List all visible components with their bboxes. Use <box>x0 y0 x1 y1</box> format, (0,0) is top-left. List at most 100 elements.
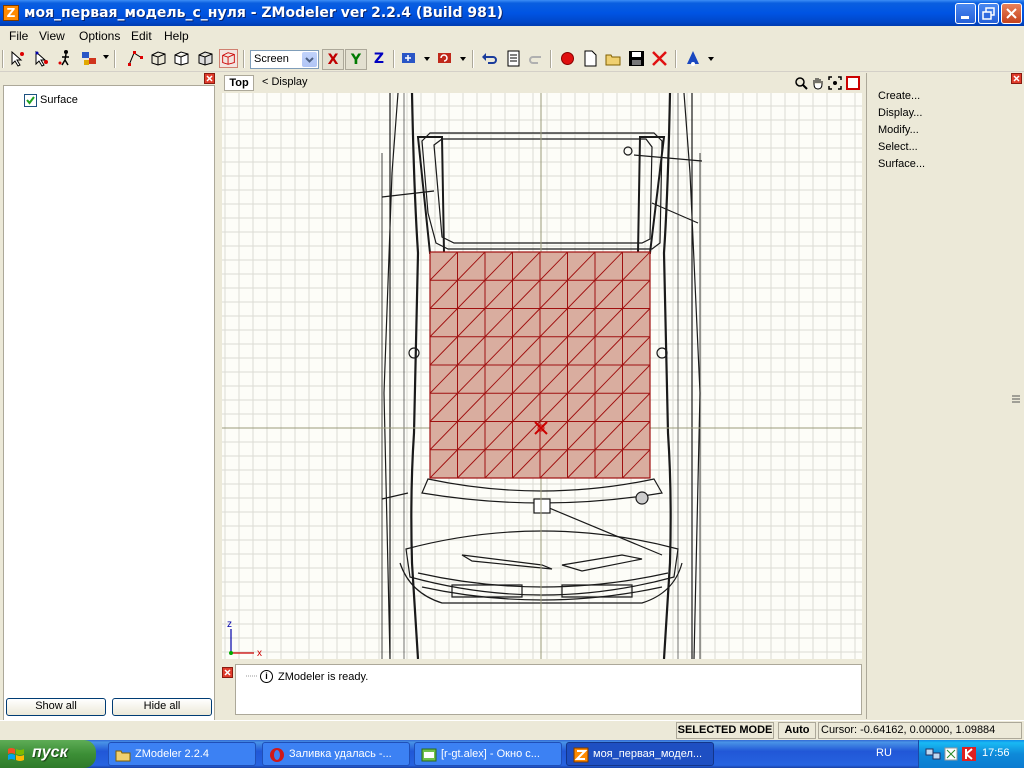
close-window-button[interactable] <box>1001 3 1022 24</box>
gizmo-z-label: z <box>227 619 232 630</box>
zoom-icon[interactable] <box>794 76 808 90</box>
face-mode-icon[interactable] <box>172 49 191 68</box>
close-icon <box>1006 8 1017 19</box>
toolbar-separator <box>114 50 116 68</box>
toolbar-separator <box>550 50 552 68</box>
vertex-mode-icon[interactable] <box>126 49 145 68</box>
antivirus-icon[interactable] <box>961 746 977 762</box>
coordinate-mode-value: Screen <box>254 53 289 65</box>
tree-item-surface[interactable]: Surface <box>40 94 78 106</box>
axis-z-toggle[interactable]: Z <box>368 49 390 70</box>
info-icon: i <box>260 670 273 683</box>
zmodeler-icon <box>573 747 589 763</box>
windows-logo-icon <box>8 748 24 761</box>
select-arrow-icon[interactable] <box>8 49 27 68</box>
viewport-canvas[interactable]: z x <box>222 93 862 659</box>
clock[interactable]: 17:56 <box>982 747 1010 759</box>
security-icon[interactable] <box>943 746 959 762</box>
menu-help[interactable]: Help <box>164 29 189 43</box>
history-icon[interactable] <box>504 49 523 68</box>
checkmark-icon <box>26 96 35 105</box>
save-icon[interactable] <box>627 49 646 68</box>
title-bar[interactable]: Z моя_первая_модель_с_нуля - ZModeler ve… <box>0 0 1024 26</box>
restore-button[interactable] <box>978 3 999 24</box>
start-label: пуск <box>32 744 68 761</box>
surface-visibility-checkbox[interactable] <box>24 94 37 107</box>
render-dropdown-arrow[interactable] <box>708 57 714 61</box>
record-icon[interactable] <box>558 49 577 68</box>
object-mode-icon[interactable] <box>196 49 215 68</box>
start-button[interactable]: пуск <box>0 740 96 768</box>
pan-hand-icon[interactable] <box>811 76 825 90</box>
command-modify[interactable]: Modify... <box>878 124 919 136</box>
menu-edit[interactable]: Edit <box>131 29 152 43</box>
toolbar-separator <box>393 50 395 68</box>
taskbar-item-zmodeler[interactable]: моя_первая_модел... <box>566 742 714 766</box>
surface-mode-icon[interactable] <box>219 49 238 68</box>
move-dropdown-arrow[interactable] <box>424 57 430 61</box>
zoom-extents-icon[interactable] <box>828 76 842 90</box>
axis-y-toggle[interactable]: Y <box>345 49 367 70</box>
edge-mode-icon[interactable] <box>149 49 168 68</box>
menu-bar: File View Options Edit Help <box>0 26 1024 46</box>
folder-icon <box>115 750 131 762</box>
selected-surface-mesh[interactable] <box>429 251 651 479</box>
menu-view[interactable]: View <box>39 29 65 43</box>
command-create[interactable]: Create... <box>878 90 920 102</box>
tree-connector <box>246 675 258 677</box>
application-window: Z моя_первая_модель_с_нуля - ZModeler ve… <box>0 0 1024 768</box>
zmodeler-app-icon[interactable]: Z <box>3 5 19 21</box>
language-indicator[interactable]: RU <box>876 747 892 759</box>
command-select[interactable]: Select... <box>878 141 918 153</box>
task-label: Заливка удалась -... <box>289 748 392 760</box>
taskbar-item-folder[interactable]: ZModeler 2.2.4 <box>108 742 256 766</box>
axis-x-toggle[interactable]: X <box>322 49 344 70</box>
network-icon[interactable] <box>925 746 941 762</box>
scene-svg[interactable]: z x <box>222 93 862 659</box>
menu-options[interactable]: Options <box>79 29 120 43</box>
redo-icon <box>529 56 541 64</box>
chevron-down-icon[interactable] <box>302 52 317 67</box>
view-name-button[interactable]: Top <box>224 75 254 91</box>
task-label: ZModeler 2.2.4 <box>135 748 209 760</box>
cursor-coordinates: Cursor: -0.64162, 0.00000, 1.09884 <box>818 722 1022 739</box>
move-icon[interactable] <box>400 49 419 68</box>
hierarchy-dropdown-arrow[interactable] <box>103 55 109 59</box>
toolbar-separator <box>243 50 245 68</box>
window-title: моя_первая_модель_с_нуля - ZModeler ver … <box>24 5 503 21</box>
command-surface[interactable]: Surface... <box>878 158 925 170</box>
close-panel-button[interactable] <box>204 73 215 84</box>
new-file-icon[interactable] <box>581 49 600 68</box>
walker-icon[interactable] <box>56 49 75 68</box>
close-icon <box>1013 75 1020 82</box>
axis-gizmo <box>229 629 254 655</box>
maximize-viewport-icon[interactable] <box>846 76 860 90</box>
rotate-dropdown-arrow[interactable] <box>460 57 466 61</box>
minimize-button[interactable] <box>955 3 976 24</box>
close-panel-button[interactable] <box>1011 73 1022 84</box>
panel-splitter-grip[interactable] <box>1012 395 1020 403</box>
selection-mode-indicator: SELECTED MODE <box>676 722 774 739</box>
delete-icon[interactable] <box>650 49 669 68</box>
hide-all-button[interactable]: Hide all <box>112 698 212 716</box>
command-display[interactable]: Display... <box>878 107 922 119</box>
hierarchy-icon[interactable] <box>80 49 99 68</box>
undo-icon[interactable] <box>480 49 499 68</box>
render-icon[interactable] <box>684 49 703 68</box>
toolbar-separator <box>675 50 677 68</box>
object-tree[interactable]: Surface <box>3 85 215 767</box>
open-folder-icon[interactable] <box>604 49 623 68</box>
select-region-icon[interactable] <box>32 49 51 68</box>
auto-indicator[interactable]: Auto <box>778 722 816 739</box>
display-menu[interactable]: < Display <box>262 76 308 88</box>
toolbar-grip[interactable] <box>2 50 4 68</box>
taskbar-item-chat[interactable]: [r-gt.alex] - Окно с... <box>414 742 562 766</box>
rotate-icon[interactable] <box>436 49 455 68</box>
show-all-button[interactable]: Show all <box>6 698 106 716</box>
taskbar-item-opera[interactable]: Заливка удалась -... <box>262 742 410 766</box>
message-log[interactable]: i ZModeler is ready. <box>235 664 862 715</box>
menu-file[interactable]: File <box>9 29 28 43</box>
close-log-button[interactable] <box>222 667 233 678</box>
coordinate-mode-select[interactable]: Screen <box>250 50 319 69</box>
log-message: ZModeler is ready. <box>278 671 369 683</box>
